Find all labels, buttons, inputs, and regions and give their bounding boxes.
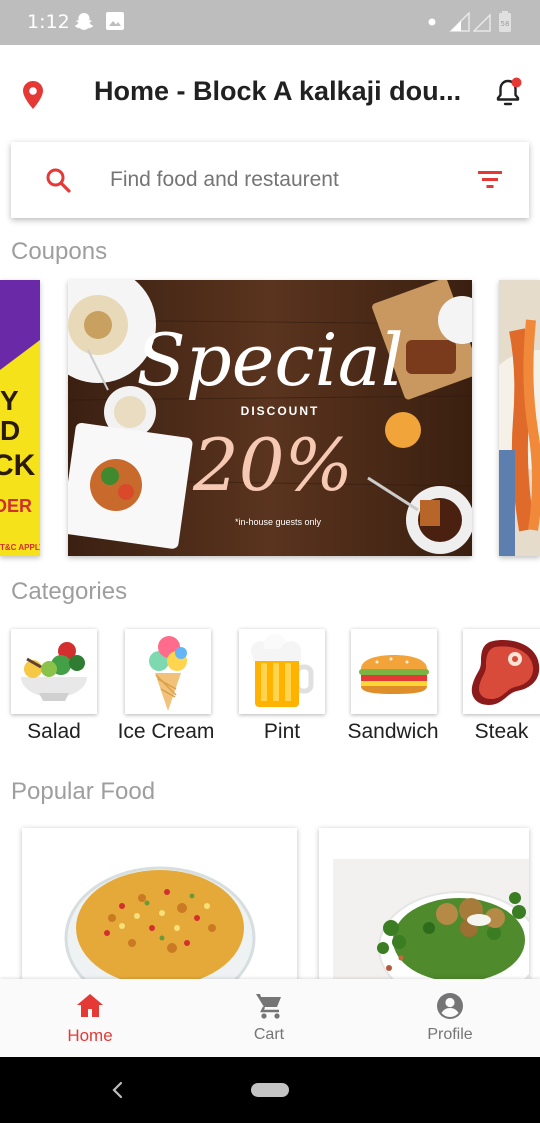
search-icon[interactable] [45,167,71,193]
nav-label-home: Home [67,1026,113,1045]
image-icon [106,12,124,30]
category-card-pint[interactable] [239,629,325,714]
nav-item-home[interactable]: Home [30,979,150,1057]
nav-item-cart[interactable]: Cart [209,979,329,1057]
filter-icon[interactable] [477,168,503,190]
back-icon[interactable] [110,1081,126,1099]
battery-icon: 58 [499,11,511,32]
beer-pint-icon [251,634,314,707]
notification-bell-icon[interactable] [494,77,522,107]
coupon-card-special-discount[interactable]: Special DISCOUNT 20% *in-house guests on… [68,280,472,556]
search-bar [11,142,529,218]
location-pin-icon[interactable] [21,80,45,110]
svg-text:58: 58 [501,20,510,28]
category-label-ice-cream: Ice Cream [117,720,215,743]
category-card-salad[interactable] [11,629,97,714]
coupon-card-left[interactable]: Y D CK DER T&C APPLY [0,280,40,556]
snapchat-icon [74,13,94,30]
popular-food-heading: Popular Food [11,778,156,805]
cart-icon [256,994,281,1019]
status-time: 1:12 [27,11,70,33]
ice-cream-icon [149,636,187,711]
category-card-sandwich[interactable] [351,629,437,714]
system-navigation-bar [0,1057,540,1123]
category-label-salad: Salad [27,720,81,743]
delivery-address[interactable]: Home - Block A kalkaji dou... [94,76,461,107]
category-label-pint: Pint [263,720,301,743]
nav-item-profile[interactable]: Profile [390,979,510,1057]
popular-food-card[interactable] [319,828,529,988]
profile-icon [437,993,463,1019]
coupon-banner-image: Special DISCOUNT 20% *in-house guests on… [68,280,472,556]
coupon-card-right[interactable] [499,280,540,556]
category-card-steak[interactable] [463,629,540,714]
coupons-heading: Coupons [11,238,108,265]
categories-heading: Categories [11,578,128,605]
food-image-salad-bowl [333,859,529,988]
notification-dot-icon [428,18,436,26]
home-pill-icon[interactable] [250,1081,290,1099]
coupon-left-text-5: T&C APPLY [0,543,40,552]
coupon-left-text-1: Y [0,385,19,416]
category-label-steak: Steak [474,720,529,743]
coupon-discount-label: DISCOUNT [241,404,320,418]
search-input[interactable] [110,164,430,196]
coupon-banner-partial-right [499,280,540,556]
nav-label-cart: Cart [253,1026,285,1043]
coupon-left-text-3: CK [0,449,36,482]
home-icon [77,994,103,1017]
coupon-banner-partial: Y D CK DER T&C APPLY [0,280,40,552]
steak-icon [471,640,540,705]
food-image-namkeen [64,866,256,988]
category-label-sandwich: Sandwich [347,720,439,743]
sandwich-icon [359,655,429,694]
wifi-empty-icon [473,13,491,32]
popular-food-card[interactable] [22,828,297,988]
salad-icon [21,642,87,701]
coupon-percent: 20% [192,423,353,507]
coupon-fine-print: *in-house guests only [235,517,322,527]
coupon-left-text-2: D [0,415,20,446]
signal-icon [449,12,470,32]
bottom-navigation: Home Cart Profile [0,979,540,1057]
category-card-ice-cream[interactable] [125,629,211,714]
nav-label-profile: Profile [427,1026,473,1043]
status-bar: 1:12 58 [0,0,540,45]
app-header: Home - Block A kalkaji dou... [0,45,540,140]
coupon-script-text: Special [136,318,403,402]
coupon-left-text-4: DER [0,496,32,516]
